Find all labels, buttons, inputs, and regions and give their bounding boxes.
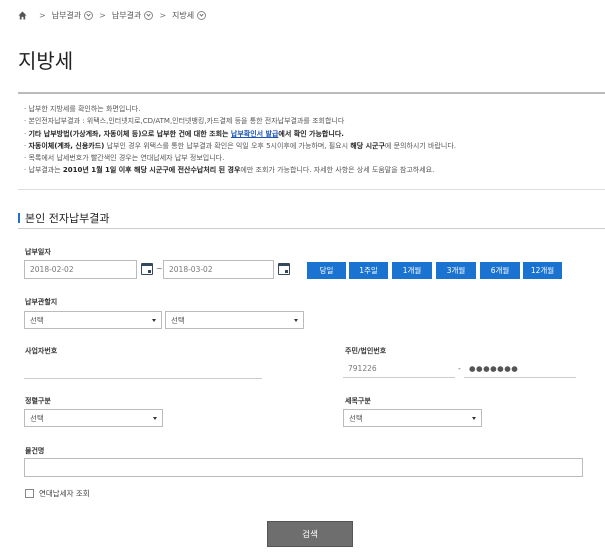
breadcrumb-separator-icon: >: [99, 10, 106, 20]
resident-no-front-input[interactable]: 791226: [343, 359, 455, 378]
object-name-label: 물건명: [25, 447, 45, 455]
business-no-label: 사업자번호: [25, 347, 58, 355]
chevron-down-icon[interactable]: [144, 10, 154, 20]
notice-line: · 기타 납부방법(가상계좌, 자동이체 등)으로 납부한 건에 대한 조회는 …: [24, 129, 344, 138]
breadcrumb-item-3[interactable]: 지방세: [172, 10, 207, 21]
period-1week-button[interactable]: 1주일: [349, 262, 388, 279]
collection-type-label: 정렬구분: [25, 397, 51, 405]
date-to-input[interactable]: 2018-03-02: [163, 260, 274, 279]
payment-date-label: 납부일자: [25, 248, 51, 256]
notice-line: · 자동이체(계좌, 신용카드) 납부인 경우 위택스를 통한 납부결과 확인은…: [24, 141, 456, 150]
notice-line: · 납부한 지방세를 확인하는 화면입니다.: [24, 105, 141, 113]
resident-no-back-input[interactable]: ●●●●●●●: [464, 359, 576, 378]
chevron-down-icon: [294, 318, 298, 322]
home-icon[interactable]: [18, 10, 27, 20]
checkbox-icon[interactable]: [25, 489, 34, 498]
jurisdiction-sigungu-select[interactable]: 선택: [165, 311, 304, 329]
date-separator: ~: [156, 264, 163, 273]
chevron-down-icon[interactable]: [84, 10, 94, 20]
section-marker: [18, 213, 20, 223]
period-3month-button[interactable]: 3개월: [436, 262, 476, 279]
jurisdiction-label: 납부관할지: [25, 298, 58, 306]
notice-box: · 납부한 지방세를 확인하는 화면입니다. · 본인전자납부결과 : 위택스,…: [18, 92, 605, 190]
notice-line: · 납부결과는 2010년 1월 1일 이후 해당 시군구에 전산수납처리 된 …: [24, 166, 435, 175]
search-button[interactable]: 검색: [267, 521, 353, 547]
period-1month-button[interactable]: 1개월: [392, 262, 432, 279]
page-title: 지방세: [18, 49, 74, 73]
period-12month-button[interactable]: 12개월: [523, 262, 562, 279]
breadcrumb: > 납부결과 > 납부결과 > 지방세: [18, 9, 207, 21]
resident-no-label: 주민/법인번호: [345, 347, 387, 355]
calendar-icon[interactable]: [141, 263, 153, 275]
joint-taxpayer-checkbox[interactable]: 연대납세자 조회: [25, 488, 90, 499]
payment-confirmation-link[interactable]: 납부확인서 발급: [231, 130, 279, 138]
period-6month-button[interactable]: 6개월: [480, 262, 520, 279]
calendar-icon[interactable]: [278, 263, 290, 275]
breadcrumb-separator-icon: >: [159, 10, 167, 20]
chevron-down-icon: [153, 416, 157, 420]
business-no-input[interactable]: [24, 360, 262, 379]
chevron-down-icon: [152, 318, 156, 322]
tax-item-label: 세목구분: [345, 397, 371, 405]
chevron-down-icon: [472, 416, 476, 420]
breadcrumb-item-2[interactable]: 납부결과: [112, 10, 154, 21]
object-name-input[interactable]: [24, 458, 583, 477]
chevron-down-icon[interactable]: [197, 10, 207, 20]
breadcrumb-separator-icon: >: [39, 10, 46, 20]
collection-type-select[interactable]: 선택: [24, 409, 163, 427]
notice-line: · 본인전자납부결과 : 위택스,인터넷지로,CD/ATM,인터넷뱅킹,카드결제…: [24, 117, 345, 126]
date-from-input[interactable]: 2018-02-02: [24, 260, 137, 279]
tax-item-select[interactable]: 선택: [343, 409, 482, 427]
section-title: 본인 전자납부결과: [18, 210, 109, 226]
jurisdiction-sido-select[interactable]: 선택: [24, 311, 162, 329]
period-today-button[interactable]: 당일: [307, 262, 346, 279]
notice-line: · 목록에서 납세번호가 빨간색인 경우는 연대납세자 납부 정보입니다.: [24, 154, 225, 163]
breadcrumb-item-1[interactable]: 납부결과: [52, 10, 94, 21]
resident-no-separator: -: [458, 364, 461, 373]
